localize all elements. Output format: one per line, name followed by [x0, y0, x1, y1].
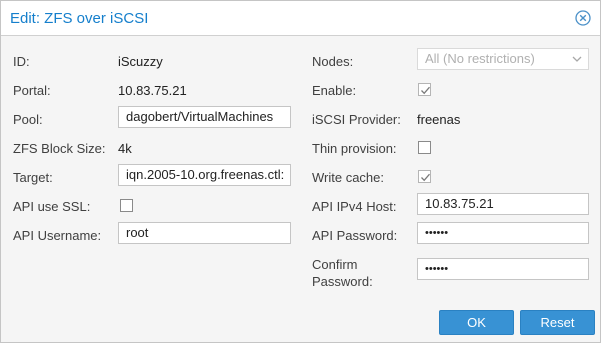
write-cache-checkbox[interactable]: [418, 170, 431, 183]
enable-checkbox[interactable]: [418, 83, 431, 96]
block-size-value: 4k: [118, 141, 132, 156]
api-password-field[interactable]: ••••••: [417, 222, 589, 244]
iscsi-provider-value: freenas: [417, 112, 461, 127]
portal-label: Portal:: [13, 83, 51, 98]
target-field[interactable]: iqn.2005-10.org.freenas.ctl:: [118, 164, 291, 186]
pool-label: Pool:: [13, 112, 43, 127]
confirm-password-field[interactable]: ••••••: [417, 258, 589, 280]
block-size-label: ZFS Block Size:: [13, 141, 106, 156]
confirm-password-label-line2: Password:: [312, 274, 373, 289]
api-ssl-label: API use SSL:: [13, 199, 91, 214]
thin-provision-label: Thin provision:: [312, 141, 397, 156]
chevron-down-icon[interactable]: [566, 49, 588, 69]
api-ssl-checkbox[interactable]: [120, 199, 133, 212]
target-label: Target:: [13, 170, 53, 185]
nodes-placeholder: All (No restrictions): [425, 51, 535, 66]
api-host-field[interactable]: 10.83.75.21: [417, 193, 589, 215]
dialog-titlebar: Edit: ZFS over iSCSI: [1, 1, 600, 36]
id-value: iScuzzy: [118, 54, 163, 69]
confirm-password-label-line1: Confirm: [312, 257, 358, 272]
dialog-title: Edit: ZFS over iSCSI: [10, 10, 149, 27]
pool-field[interactable]: dagobert/VirtualMachines: [118, 106, 291, 128]
reset-button[interactable]: Reset: [520, 310, 595, 335]
iscsi-provider-label: iSCSI Provider:: [312, 112, 401, 127]
enable-label: Enable:: [312, 83, 357, 98]
dialog-footer: OK Reset: [1, 301, 600, 342]
api-password-label: API Password:: [312, 228, 398, 243]
thin-provision-checkbox[interactable]: [418, 141, 431, 154]
portal-value: 10.83.75.21: [118, 83, 187, 98]
id-label: ID:: [13, 54, 30, 69]
nodes-select[interactable]: All (No restrictions): [417, 48, 589, 70]
close-icon[interactable]: [575, 10, 591, 26]
ok-button[interactable]: OK: [439, 310, 514, 335]
api-host-label: API IPv4 Host:: [312, 199, 397, 214]
write-cache-label: Write cache:: [312, 170, 385, 185]
nodes-label: Nodes:: [312, 54, 354, 69]
api-username-label: API Username:: [13, 228, 102, 243]
api-username-field[interactable]: root: [118, 222, 291, 244]
edit-storage-dialog: Edit: ZFS over iSCSI ID: iScuzzy Portal:…: [0, 0, 601, 343]
